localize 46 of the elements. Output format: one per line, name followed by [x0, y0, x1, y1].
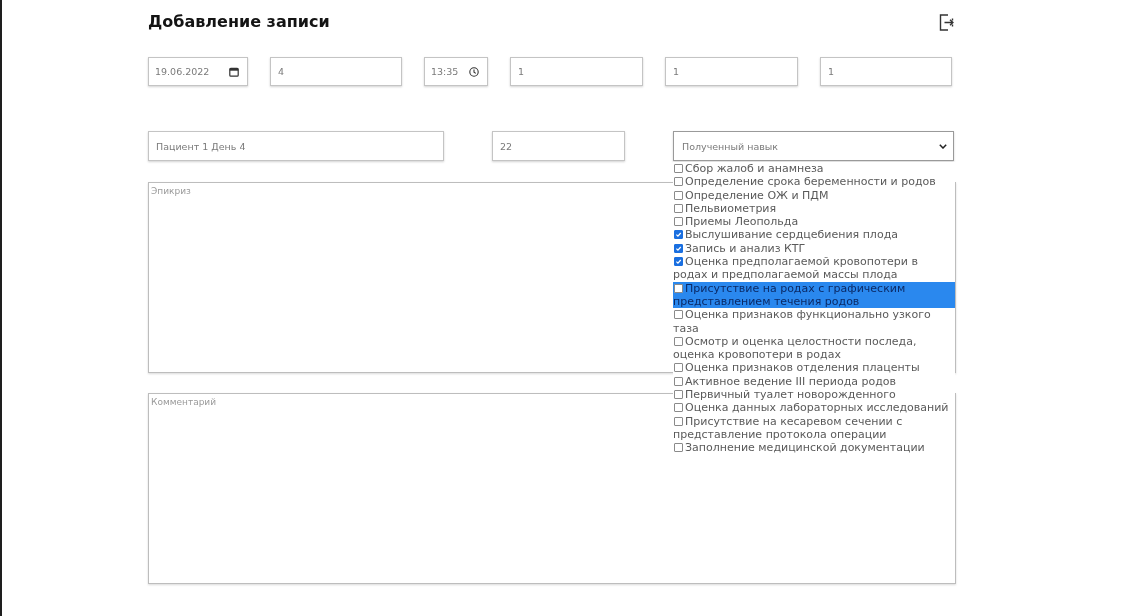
list-option[interactable]: Присутствие на кесаревом сечении с представление протокола операции	[673, 414, 955, 442]
checkbox[interactable]	[674, 336, 683, 346]
checkbox[interactable]	[674, 416, 683, 426]
input-field[interactable]: 1	[820, 57, 952, 86]
checkbox[interactable]	[674, 217, 683, 227]
list-option[interactable]: Приемы Леопольда	[673, 215, 955, 229]
checkbox[interactable]	[674, 390, 683, 400]
dropdown[interactable]: Полученный навык	[673, 131, 954, 161]
checkbox[interactable]	[674, 230, 683, 240]
list-option[interactable]: Активное ведение III периода родов	[673, 374, 955, 389]
input-field[interactable]: 1	[665, 57, 798, 86]
input-field[interactable]: 4	[270, 57, 402, 86]
list-option[interactable]: Выслушивание сердцебиения плода	[673, 228, 955, 242]
time-field[interactable]: 13:35	[424, 57, 488, 86]
clock-icon[interactable]	[469, 66, 479, 77]
checkbox[interactable]	[674, 283, 683, 293]
checkbox[interactable]	[674, 403, 683, 413]
checkbox[interactable]	[674, 443, 683, 453]
list-option[interactable]: Осмотр и оценка целостности последа, оценка кровопотери в родах	[673, 334, 955, 362]
input-field[interactable]: Пациент 1 День 4	[148, 131, 444, 161]
checkbox[interactable]	[674, 243, 683, 253]
checkbox[interactable]	[674, 363, 683, 373]
list-option[interactable]: Оценка данных лабораторных исследований	[673, 401, 955, 415]
list-option[interactable]: Присутствие на родах с графическим представлением течения родов	[673, 281, 955, 309]
input-field[interactable]: 22	[492, 131, 625, 161]
checkbox[interactable]	[674, 177, 683, 187]
calendar-icon[interactable]	[229, 66, 239, 77]
list-option[interactable]: Оценка признаков функционально узкого таза	[673, 308, 955, 335]
checkbox[interactable]	[674, 190, 683, 200]
checkbox[interactable]	[674, 310, 683, 320]
checkbox[interactable]	[674, 164, 683, 173]
input-field[interactable]: 1	[510, 57, 643, 86]
list-option[interactable]: Сбор жалоб и анамнеза	[673, 162, 955, 176]
date-field[interactable]: 19.06.2022	[148, 57, 248, 86]
list-option[interactable]: Оценка предполагаемой кровопотери в родах и предполагаемой массы плода	[673, 255, 955, 282]
list-option[interactable]: Оценка признаков отделения плаценты	[673, 361, 955, 375]
caret-icon	[939, 143, 947, 149]
exit-icon[interactable]	[939, 13, 954, 31]
list-option[interactable]: Заполнение медицинской документации	[673, 441, 955, 455]
list-option[interactable]: Определение ОЖ и ПДМ	[673, 188, 955, 202]
list-option[interactable]: Запись и анализ КТГ	[673, 241, 955, 256]
checkbox[interactable]	[674, 257, 683, 267]
checkbox[interactable]	[674, 376, 683, 386]
checkbox[interactable]	[674, 203, 683, 213]
list-option[interactable]: Пельвиометрия	[673, 201, 955, 216]
page-title: Добавление записи	[148, 12, 330, 32]
